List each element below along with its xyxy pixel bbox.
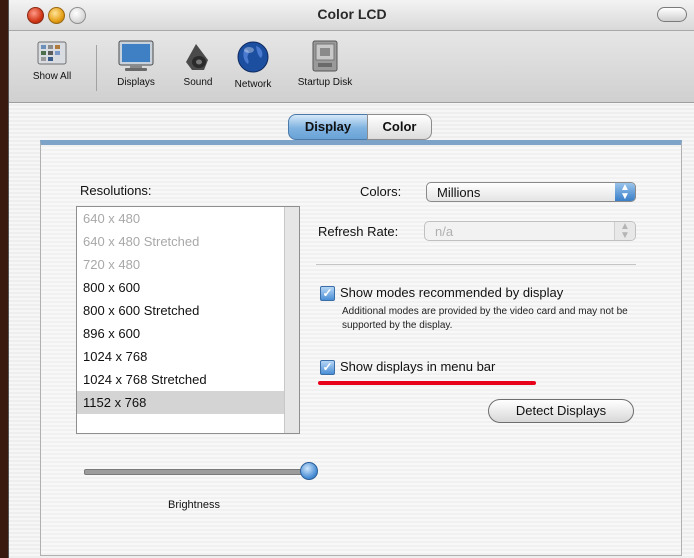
highlight-underline <box>318 381 536 385</box>
refresh-rate-value: n/a <box>435 224 454 239</box>
list-item[interactable]: 1024 x 768 Stretched <box>77 368 299 391</box>
colors-popup[interactable]: Millions ▲ ▼ <box>426 182 636 202</box>
brightness-slider-track[interactable] <box>84 469 312 475</box>
list-item[interactable]: 640 x 480 <box>77 207 299 230</box>
colors-label: Colors: <box>360 184 402 199</box>
startup-disk-icon <box>310 40 340 72</box>
tab-color[interactable]: Color <box>367 114 432 140</box>
toolbar-toggle-button[interactable] <box>657 7 687 22</box>
show-recommended-label: Show modes recommended by display <box>340 285 564 300</box>
list-item[interactable]: 800 x 600 <box>77 276 299 299</box>
toolbar-item-label: Sound <box>183 77 213 88</box>
colors-popup-value: Millions <box>437 185 481 200</box>
sound-icon <box>182 40 214 72</box>
list-item[interactable]: 1024 x 768 <box>77 345 299 368</box>
popup-arrows-icon: ▲ ▼ <box>614 222 635 241</box>
show-in-menu-bar-checkbox[interactable]: ✓ <box>320 360 335 375</box>
toolbar-item-sound[interactable]: Sound <box>173 40 223 88</box>
divider <box>316 264 636 265</box>
list-scrollbar[interactable] <box>284 207 299 433</box>
toolbar-item-show-all[interactable]: Show All <box>15 40 89 82</box>
displays-icon <box>116 40 156 72</box>
show-in-menu-bar-label: Show displays in menu bar <box>340 359 496 374</box>
list-item[interactable]: 720 x 480 <box>77 253 299 276</box>
resolutions-label: Resolutions: <box>80 183 152 198</box>
toolbar-item-label: Displays <box>117 77 155 88</box>
tab-display[interactable]: Display <box>288 114 368 140</box>
network-icon <box>236 40 270 74</box>
toolbar-item-label: Show All <box>32 71 72 82</box>
popup-arrows-icon: ▲ ▼ <box>615 183 635 202</box>
toolbar-item-label: Startup Disk <box>297 77 353 88</box>
window-title: Color LCD <box>317 6 387 22</box>
toolbar-item-displays[interactable]: Displays <box>105 40 167 88</box>
list-item-selected[interactable]: 1152 x 768 <box>77 391 299 414</box>
toolbar-item-startup-disk[interactable]: Startup Disk <box>290 40 360 88</box>
toolbar-item-network[interactable]: Network <box>225 40 281 90</box>
brightness-slider-knob[interactable] <box>300 462 318 480</box>
list-item[interactable]: 896 x 600 <box>77 322 299 345</box>
detect-displays-button[interactable]: Detect Displays <box>488 399 634 423</box>
toolbar-separator <box>96 45 97 91</box>
title-bar[interactable]: Color LCD <box>9 0 694 31</box>
modes-note: Additional modes are provided by the vid… <box>342 306 628 331</box>
toolbar-item-label: Network <box>234 79 272 90</box>
resolutions-list[interactable]: 640 x 480 640 x 480 Stretched 720 x 480 … <box>76 206 300 434</box>
show-recommended-checkbox[interactable]: ✓ <box>320 286 335 301</box>
list-item[interactable]: 640 x 480 Stretched <box>77 230 299 253</box>
list-item[interactable]: 800 x 600 Stretched <box>77 299 299 322</box>
toolbar: Show All Displays Sound Network Startup … <box>9 31 694 103</box>
refresh-rate-popup[interactable]: n/a ▲ ▼ <box>424 221 636 241</box>
brightness-label: Brightness <box>168 499 220 511</box>
show-all-icon <box>37 40 67 66</box>
refresh-rate-label: Refresh Rate: <box>318 224 399 239</box>
